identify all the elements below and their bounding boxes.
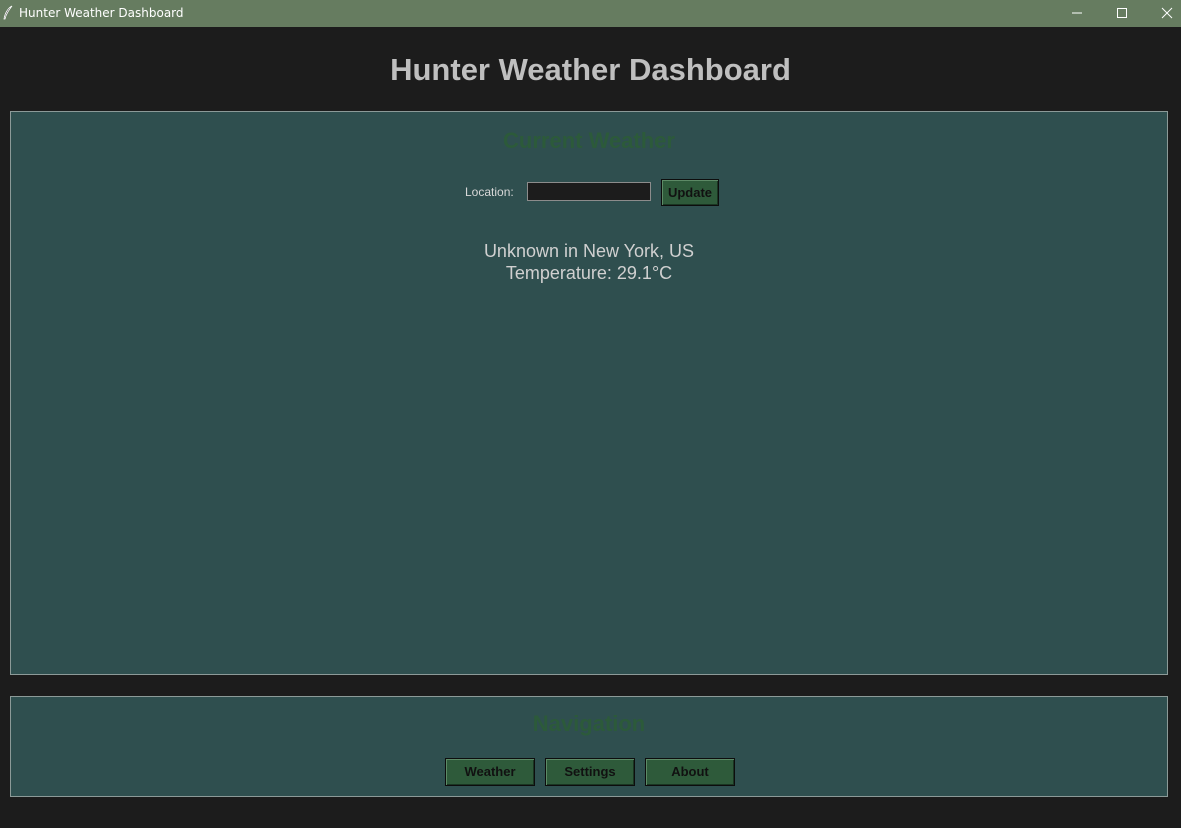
location-label: Location: (465, 185, 514, 199)
update-button[interactable]: Update (661, 179, 719, 206)
close-button[interactable] (1144, 0, 1181, 27)
nav-about-button[interactable]: About (645, 758, 735, 786)
close-icon (1161, 7, 1173, 19)
current-weather-heading: Current Weather (503, 128, 675, 153)
navigation-heading: Navigation (532, 711, 646, 736)
minimize-button[interactable] (1054, 0, 1100, 27)
minimize-icon (1072, 12, 1082, 14)
current-weather-panel: Current Weather Location: Update Unknown… (10, 111, 1168, 675)
maximize-button[interactable] (1099, 0, 1145, 27)
nav-weather-button[interactable]: Weather (445, 758, 535, 786)
window-title: Hunter Weather Dashboard (19, 6, 184, 20)
page-title: Hunter Weather Dashboard (390, 52, 791, 87)
title-bar: Hunter Weather Dashboard (0, 0, 1181, 27)
maximize-icon (1117, 8, 1127, 18)
feather-icon (2, 5, 14, 21)
temperature-reading: Temperature: 29.1°C (505, 263, 673, 283)
location-input[interactable] (527, 182, 651, 201)
navigation-panel: Navigation Weather Settings About (10, 696, 1168, 797)
nav-settings-button[interactable]: Settings (545, 758, 635, 786)
weather-info: Unknown in New York, US Temperature: 29.… (11, 240, 1167, 284)
weather-description: Unknown in New York, US (483, 241, 695, 261)
